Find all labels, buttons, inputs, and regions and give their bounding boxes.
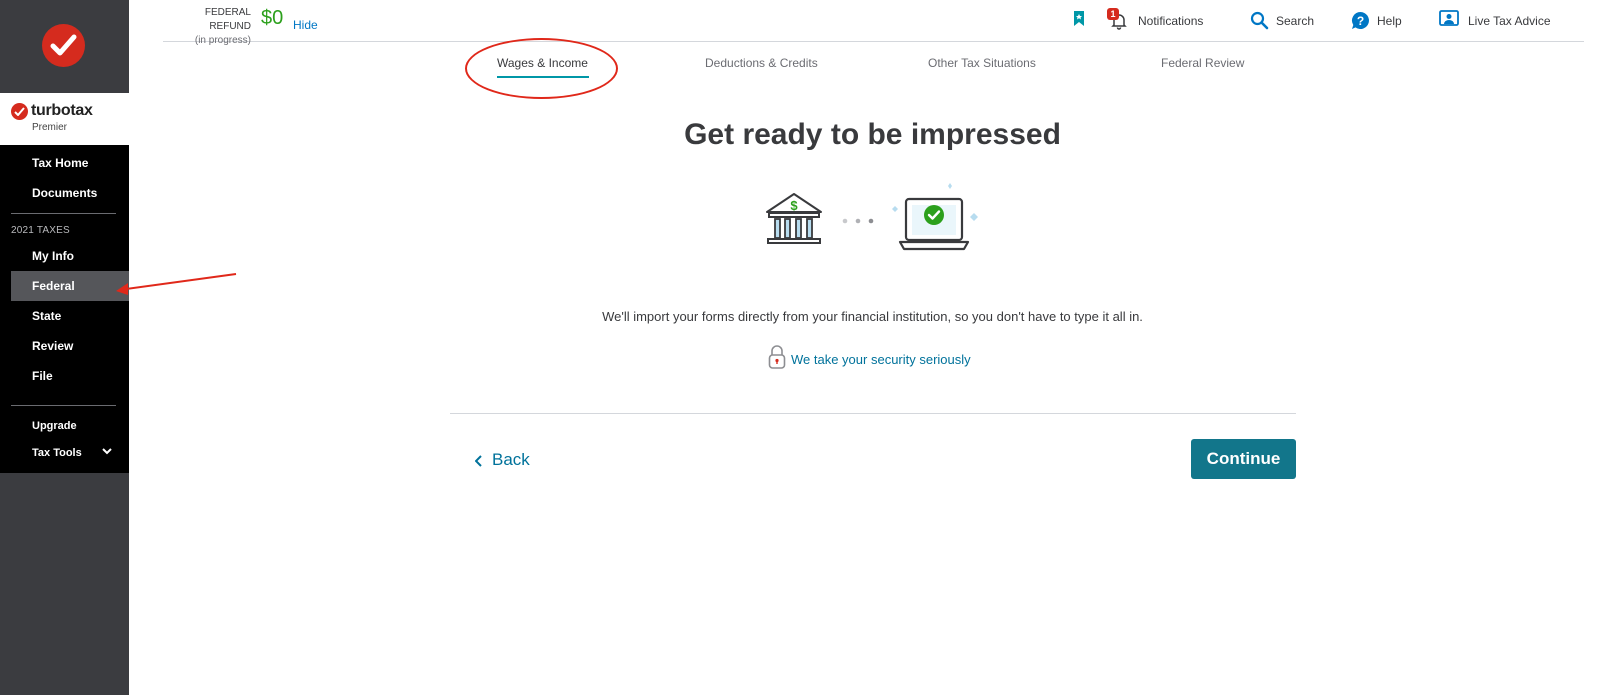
search-button[interactable]: Search xyxy=(1250,10,1318,32)
live-advice-icon xyxy=(1439,10,1459,26)
live-tax-advice-button[interactable]: Live Tax Advice xyxy=(1439,10,1553,32)
tab-deductions-credits[interactable]: Deductions & Credits xyxy=(705,56,818,70)
sidebar-logo-area xyxy=(0,0,129,93)
sidebar-item-federal[interactable]: Federal xyxy=(11,271,129,301)
svg-text:?: ? xyxy=(1357,14,1364,28)
sidebar: turbotax Premier Tax Home Documents 2021… xyxy=(0,0,129,695)
sidebar-item-documents[interactable]: Documents xyxy=(0,178,129,208)
sidebar-item-file[interactable]: File xyxy=(0,361,129,391)
sidebar-item-review[interactable]: Review xyxy=(0,331,129,361)
security-link-label: We take your security seriously xyxy=(791,352,971,367)
chevron-down-icon[interactable] xyxy=(102,442,112,460)
description-text: We'll import your forms directly from yo… xyxy=(602,309,1143,324)
help-icon: ? xyxy=(1352,12,1369,29)
tab-other-tax-situations[interactable]: Other Tax Situations xyxy=(928,56,1036,70)
search-label: Search xyxy=(1276,14,1315,28)
annotation-arrow xyxy=(116,273,237,295)
refund-amount: $0 xyxy=(261,7,284,29)
help-button[interactable]: ? Help xyxy=(1351,10,1407,32)
chevron-left-icon xyxy=(475,455,482,467)
brand-edition: Premier xyxy=(32,122,68,133)
back-label: Back xyxy=(492,450,530,469)
sidebar-item-tax-tools[interactable]: Tax Tools xyxy=(32,447,82,459)
sidebar-item-upgrade[interactable]: Upgrade xyxy=(32,420,77,432)
bookmark-icon[interactable] xyxy=(1073,10,1087,32)
checkmark-logo-icon[interactable] xyxy=(42,24,85,67)
page-title: Get ready to be impressed xyxy=(684,118,1061,151)
tab-federal-review[interactable]: Federal Review xyxy=(1161,56,1244,70)
svg-text:$: $ xyxy=(790,198,798,213)
refund-label-group: FEDERAL REFUND (in progress) xyxy=(163,6,251,48)
refund-label: FEDERAL REFUND xyxy=(204,7,251,32)
brand-block: turbotax Premier xyxy=(0,93,129,145)
notifications-button[interactable]: 1 Notifications xyxy=(1107,8,1211,32)
sidebar-section-label: 2021 TAXES xyxy=(11,225,70,236)
brand-check-icon xyxy=(11,103,28,120)
sidebar-item-state[interactable]: State xyxy=(0,301,129,331)
sidebar-menu: Tax Home Documents 2021 TAXES My Info Fe… xyxy=(0,145,129,473)
dot xyxy=(868,218,874,224)
help-label: Help xyxy=(1377,14,1402,28)
sidebar-divider xyxy=(11,213,116,214)
notification-count-badge: 1 xyxy=(1107,8,1119,20)
live-advice-label: Live Tax Advice xyxy=(1468,14,1551,28)
lock-icon xyxy=(768,345,786,369)
laptop-check-icon xyxy=(892,183,978,251)
import-illustration: $ xyxy=(766,183,978,251)
hide-refund-link[interactable]: Hide xyxy=(293,18,318,32)
sidebar-divider xyxy=(11,405,116,406)
top-bar: FEDERAL REFUND (in progress) $0 Hide 1 N… xyxy=(163,0,1584,46)
sidebar-item-my-info[interactable]: My Info xyxy=(0,241,129,271)
brand-name: turbotax xyxy=(31,102,93,119)
dot xyxy=(855,218,861,224)
notifications-label: Notifications xyxy=(1138,14,1204,28)
refund-status: (in progress) xyxy=(194,35,251,46)
search-icon xyxy=(1250,11,1269,30)
continue-button[interactable]: Continue xyxy=(1191,439,1296,479)
content-divider xyxy=(450,413,1296,414)
annotation-circle xyxy=(465,38,618,99)
sidebar-item-tax-home[interactable]: Tax Home xyxy=(0,148,129,178)
dot xyxy=(842,218,848,224)
bank-icon: $ xyxy=(766,193,822,244)
